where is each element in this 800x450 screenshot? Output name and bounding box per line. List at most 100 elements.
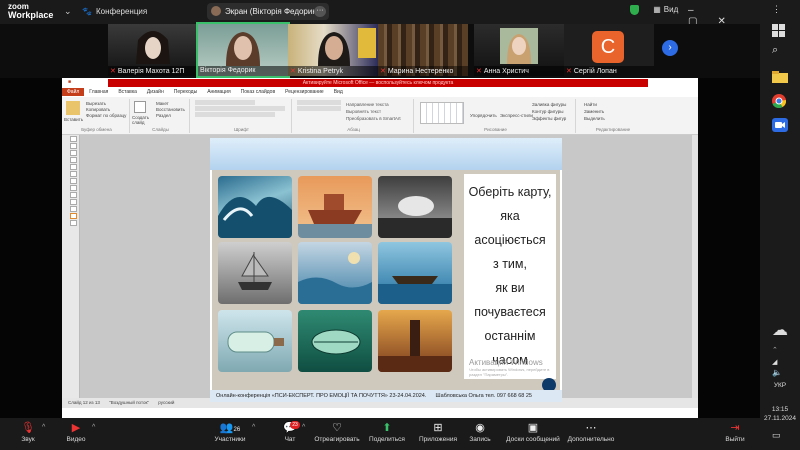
slide-thumbnail[interactable]	[70, 171, 77, 177]
slide-thumbnail[interactable]	[70, 206, 77, 212]
chevron-down-icon[interactable]: ⌄	[64, 6, 72, 17]
windows-start-icon[interactable]	[772, 24, 788, 38]
convert-smartart-button[interactable]: Преобразовать в SmartArt	[346, 115, 401, 122]
notifications-icon[interactable]: ▭	[772, 430, 788, 444]
select-button[interactable]: Выделить	[584, 115, 605, 122]
tab-insert[interactable]: Вставка	[113, 88, 142, 96]
arrange-button[interactable]: Упорядочить	[470, 113, 497, 118]
share-screen-button[interactable]: ⬆ Поделиться	[368, 421, 406, 443]
search-icon[interactable]: ⌕	[772, 44, 788, 58]
more-options-icon[interactable]: ···	[314, 6, 326, 17]
slide-thumbnail[interactable]	[70, 185, 77, 191]
shapes-gallery[interactable]	[420, 102, 464, 124]
slide-thumbnail[interactable]	[70, 136, 77, 142]
screen-share-indicator[interactable]: Экран (Вікторія Федорик) ···	[207, 3, 329, 20]
video-button[interactable]: ▶ Видео	[62, 421, 90, 443]
tab-file[interactable]: Файл	[62, 88, 85, 96]
slide-thumbnail[interactable]	[70, 150, 77, 156]
format-painter-button[interactable]: Формат по образцу	[86, 113, 126, 119]
participant-tile[interactable]: ✕ Марина Нестеренко	[378, 24, 468, 76]
tab-home[interactable]: Главная	[84, 88, 113, 96]
chat-options-caret[interactable]: ^	[302, 424, 305, 431]
find-button[interactable]: Найти	[584, 101, 605, 108]
shape-effects-button[interactable]: Эффекты фигур	[532, 115, 566, 122]
quick-styles-button[interactable]: Экспресс-стили	[500, 113, 533, 118]
slide-thumbnail-selected[interactable]	[70, 213, 77, 219]
participant-tile[interactable]: ✕ Валерія Махота 12П	[108, 24, 198, 76]
clock-date[interactable]: 27.11.2024	[760, 415, 800, 422]
font-format-buttons[interactable]	[195, 106, 285, 111]
prompt-line: останнім	[484, 329, 536, 343]
audio-options-caret[interactable]: ^	[42, 424, 45, 431]
tab-slideshow[interactable]: Показ слайдов	[236, 88, 280, 96]
align-text-button[interactable]: Выровнять текст	[346, 108, 401, 115]
new-slide-icon[interactable]	[134, 101, 146, 113]
paste-button[interactable]: Вставить	[64, 117, 83, 122]
leave-button[interactable]: ⇥ Выйти	[722, 421, 748, 443]
font-name-select[interactable]	[195, 100, 255, 105]
participant-tile[interactable]: ✕ Анна Христич	[474, 24, 564, 76]
whiteboards-button[interactable]: ▣ Доски сообщений	[504, 421, 562, 443]
volume-icon[interactable]: 🔈	[772, 368, 788, 382]
slide-thumbnail[interactable]	[70, 178, 77, 184]
slide-thumbnail[interactable]	[70, 143, 77, 149]
tab-design[interactable]: Дизайн	[142, 88, 169, 96]
mute-audio-button[interactable]: 🎙 Звук	[14, 421, 42, 443]
participants-options-caret[interactable]: ^	[252, 424, 255, 431]
shape-outline-button[interactable]: Контур фигуры	[532, 108, 566, 115]
clock-time[interactable]: 13:15	[760, 406, 800, 413]
participant-tile[interactable]: C ✕ Сергій Лопан	[564, 24, 654, 76]
reactions-button[interactable]: ♡ Отреагировать	[312, 421, 362, 443]
next-page-button[interactable]: ›	[662, 40, 678, 56]
file-explorer-icon[interactable]	[772, 70, 788, 84]
slide-thumbnail[interactable]	[70, 220, 77, 226]
zoom-logo-subtitle: Workplace	[8, 10, 54, 20]
ppt-ribbon-tabs: Файл Главная Вставка Дизайн Переходы Анимация…	[62, 88, 698, 97]
minimize-icon[interactable]: –	[688, 5, 714, 16]
record-button[interactable]: ◉ Запись	[466, 421, 494, 443]
font-effects-buttons[interactable]	[195, 112, 275, 117]
replace-button[interactable]: Заменить	[584, 108, 605, 115]
bottle-illustration	[227, 331, 284, 353]
video-options-caret[interactable]: ^	[92, 424, 95, 431]
slide-thumbnail[interactable]	[70, 157, 77, 163]
input-language[interactable]: УКР	[760, 382, 800, 389]
ribbon-group-font: Шрифт	[192, 99, 292, 133]
shield-icon[interactable]	[630, 5, 639, 15]
apps-button[interactable]: ⊞ Приложения	[418, 421, 458, 443]
alignment-buttons[interactable]	[297, 106, 341, 111]
zoom-app-icon[interactable]	[772, 118, 788, 132]
section-button[interactable]: Раздел	[156, 113, 185, 119]
chrome-icon[interactable]	[772, 94, 788, 109]
status-slide-number: Слайд 12 из 13	[68, 400, 100, 405]
tab-view[interactable]: Вид	[329, 88, 348, 96]
participant-name: ✕ Марина Нестеренко	[378, 66, 468, 76]
paste-icon[interactable]	[66, 101, 80, 115]
list-buttons[interactable]	[297, 100, 341, 105]
cloud-weather-icon[interactable]: ☁	[772, 320, 788, 339]
slide-thumbnail[interactable]	[70, 199, 77, 205]
ppt-title-bar: ■ Активируйте Microsoft Office — восполь…	[62, 78, 698, 88]
participant-tile[interactable]: ✕ Kristina Petryk	[288, 24, 378, 76]
slide-canvas[interactable]: Оберіть карту, яка асоціюється з тим, як…	[210, 138, 562, 402]
tab-review[interactable]: Рецензирование	[280, 88, 329, 96]
participant-tile-active-speaker[interactable]: Вікторія Федорик	[196, 22, 290, 78]
record-icon: ◉	[475, 422, 485, 434]
more-dots-icon[interactable]: ⋮	[772, 4, 788, 18]
new-slide-button[interactable]: Создать слайд	[132, 115, 152, 125]
view-button[interactable]: Вид	[664, 5, 678, 14]
slide-thumbnails-pane[interactable]	[62, 135, 80, 408]
shape-fill-button[interactable]: Заливка фигуры	[532, 101, 566, 108]
slide-thumbnail[interactable]	[70, 192, 77, 198]
participants-button[interactable]: 👥26 Участники	[212, 421, 248, 443]
text-direction-button[interactable]: Направление текста	[346, 101, 401, 108]
slide-thumbnail[interactable]	[70, 164, 77, 170]
more-button[interactable]: ⋯ Дополнительно	[566, 421, 616, 443]
tab-transitions[interactable]: Переходы	[169, 88, 202, 96]
vertical-scrollbar[interactable]	[692, 135, 698, 408]
grid-icon[interactable]: ▦	[653, 5, 661, 14]
chevron-right-icon: ›	[668, 42, 672, 53]
tab-animation[interactable]: Анимация	[202, 88, 235, 96]
chat-button[interactable]: 💬 23 Чат	[280, 421, 300, 443]
activation-banner[interactable]: Активируйте Microsoft Office — воспользу…	[108, 79, 648, 87]
